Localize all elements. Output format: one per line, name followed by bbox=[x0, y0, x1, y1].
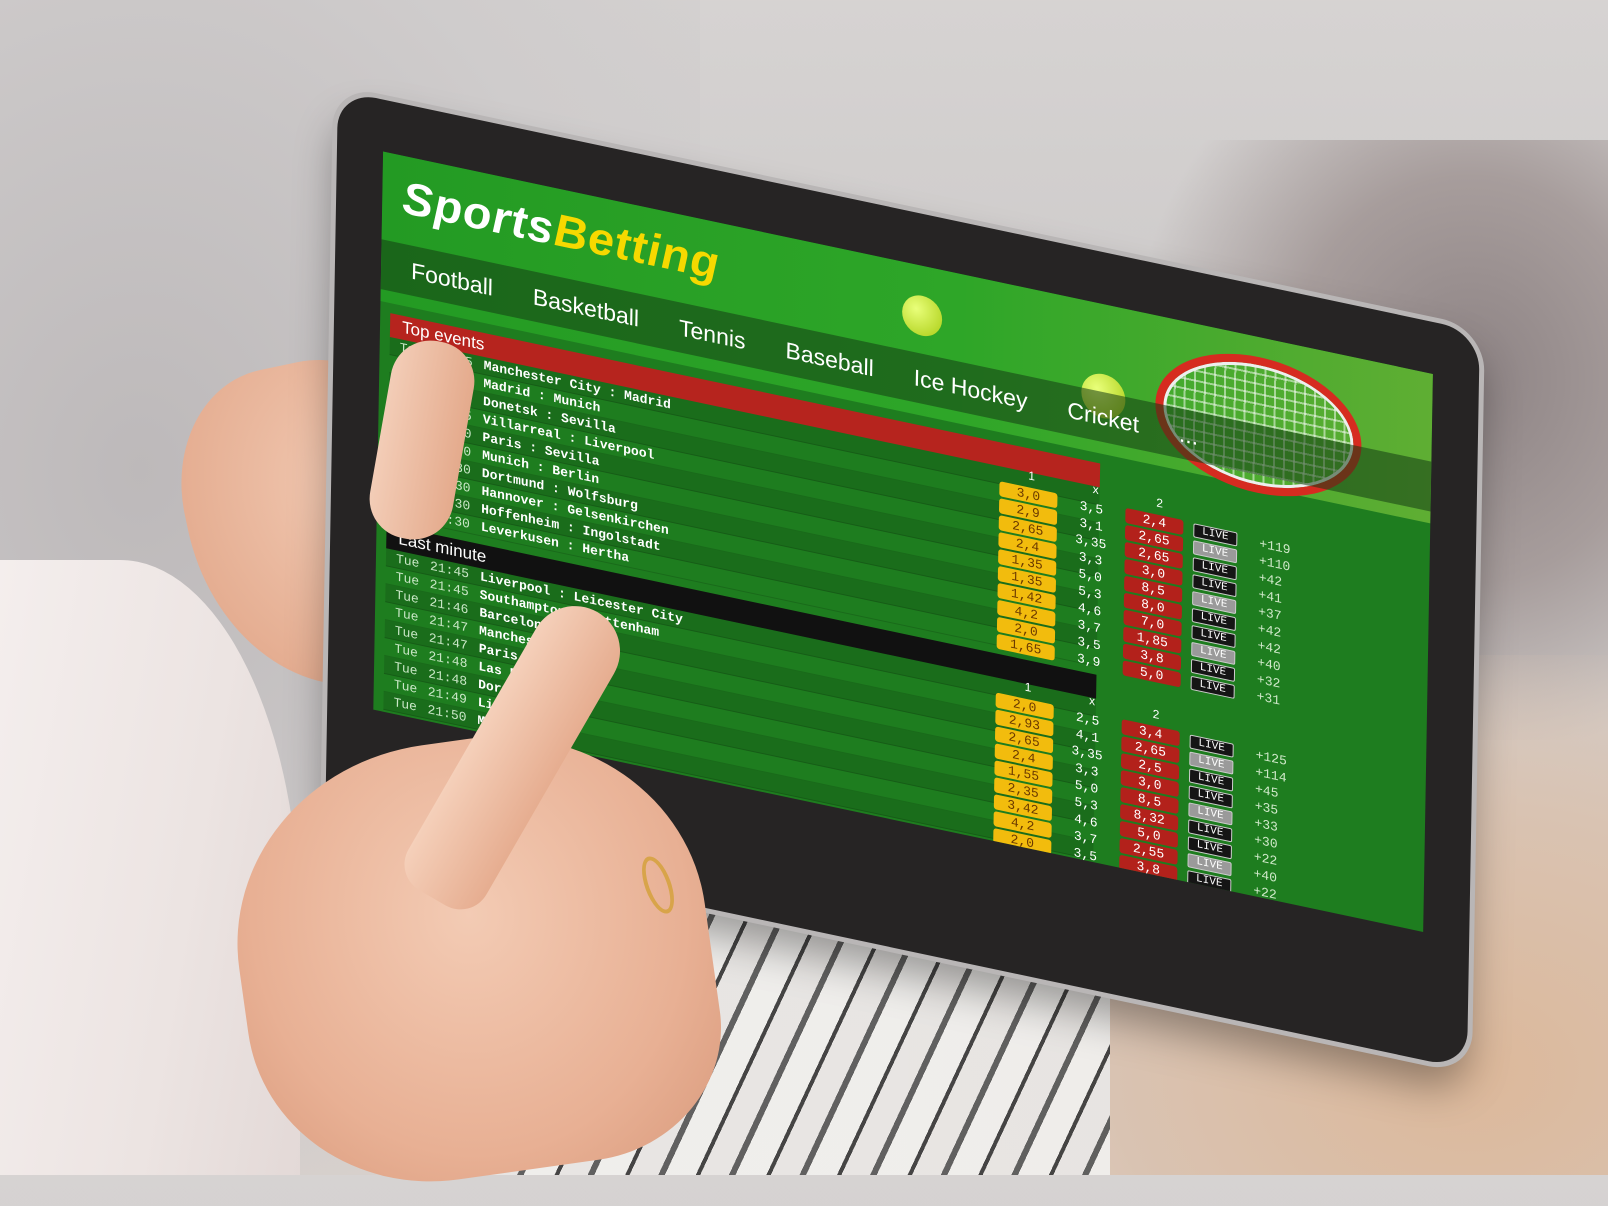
nav-tab[interactable]: Ice Hockey bbox=[913, 364, 1027, 415]
more-markets-link[interactable]: +11 bbox=[1253, 900, 1277, 920]
nav-tab[interactable]: Basketball bbox=[533, 283, 640, 332]
nav-tab[interactable]: ... bbox=[1179, 420, 1199, 451]
more-markets-link[interactable]: +31 bbox=[1257, 689, 1281, 709]
more-markets-link[interactable]: +22 bbox=[1253, 883, 1277, 903]
tennis-ball-icon bbox=[901, 291, 943, 340]
nav-tab[interactable]: Tennis bbox=[679, 314, 746, 355]
nav-tab[interactable]: Cricket bbox=[1067, 396, 1139, 438]
nav-tab[interactable]: Baseball bbox=[785, 336, 874, 382]
nav-tab[interactable]: Football bbox=[411, 257, 493, 301]
